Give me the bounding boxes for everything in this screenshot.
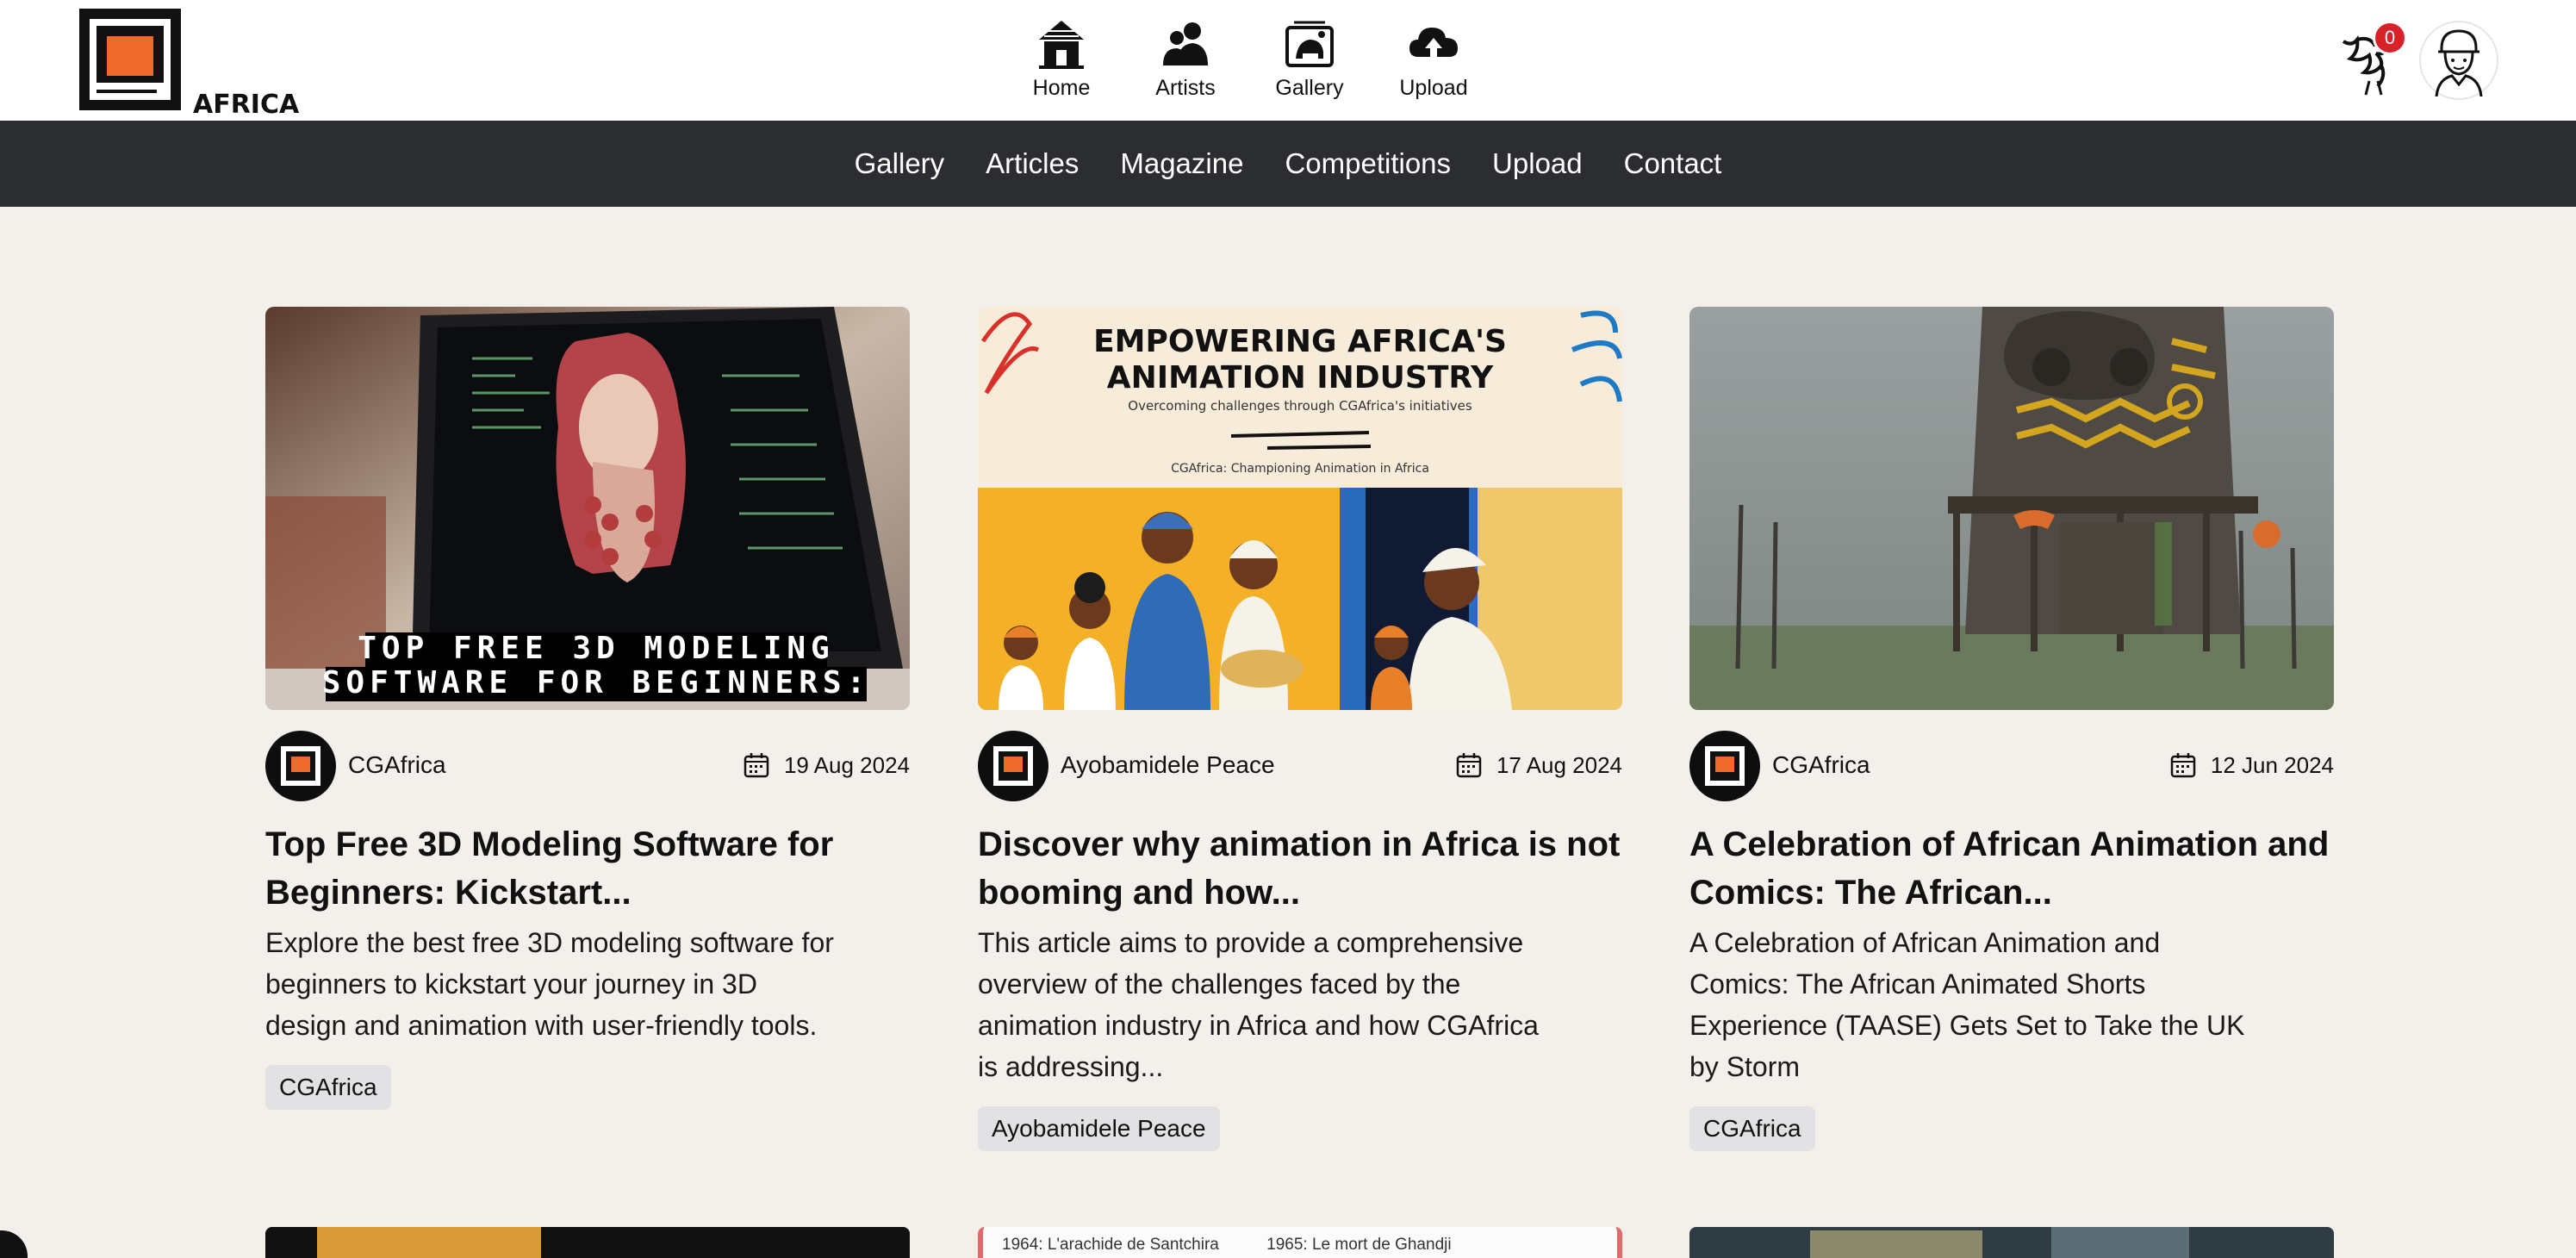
next-article-image bbox=[265, 1227, 910, 1258]
thumbnail-caption-line1: TOP FREE 3D MODELING bbox=[358, 631, 834, 666]
article-meta: CGAfrica 19 Aug 2024 bbox=[265, 731, 910, 801]
main-nav: Gallery Articles Magazine Competitions U… bbox=[0, 121, 2576, 207]
author-avatar[interactable] bbox=[978, 731, 1048, 801]
top-nav-artists-label: Artists bbox=[1155, 76, 1216, 100]
laptop-character-image: TOP FREE 3D MODELING SOFTWARE FOR BEGINN… bbox=[265, 307, 910, 710]
article-title[interactable]: A Celebration of African Animation and C… bbox=[1689, 820, 2334, 917]
cgafrica-logo[interactable]: AFRICA bbox=[78, 7, 302, 120]
article-card[interactable]: CGAfrica 12 Jun 2024 A Celebration of Af… bbox=[1689, 307, 2334, 1151]
calendar-icon bbox=[2170, 753, 2196, 778]
nav-gallery[interactable]: Gallery bbox=[855, 147, 945, 180]
article-date: 12 Jun 2024 bbox=[2169, 751, 2334, 779]
notifications-button[interactable]: 0 bbox=[2335, 21, 2407, 98]
hut-icon bbox=[1039, 21, 1084, 69]
article-tag[interactable]: CGAfrica bbox=[1689, 1106, 1815, 1151]
article-tag[interactable]: Ayobamidele Peace bbox=[978, 1106, 1220, 1151]
top-nav-upload[interactable]: Upload bbox=[1372, 17, 1496, 112]
next-article-text-1: 1964: L'arachide de Santchira bbox=[1002, 1236, 1219, 1254]
totem-tower-image bbox=[1689, 307, 2334, 710]
notification-count-badge: 0 bbox=[2373, 21, 2407, 55]
next-article-text-2: 1965: Le mort de Ghandji bbox=[1266, 1236, 1452, 1254]
calendar-icon bbox=[1456, 753, 1482, 778]
article-thumbnail[interactable]: EMPOWERING AFRICA'S ANIMATION INDUSTRY O… bbox=[978, 307, 1622, 710]
thumbnail-heading-line1: EMPOWERING AFRICA'S bbox=[1093, 324, 1507, 359]
top-nav-home[interactable]: Home bbox=[999, 17, 1123, 112]
top-nav-gallery[interactable]: Gallery bbox=[1248, 17, 1372, 112]
next-article-thumbnail[interactable] bbox=[1689, 1227, 2334, 1258]
article-description: This article aims to provide a comprehen… bbox=[978, 927, 1539, 1082]
author-avatar[interactable] bbox=[1689, 731, 1760, 801]
top-nav-artists[interactable]: Artists bbox=[1123, 17, 1248, 112]
article-thumbnail[interactable]: TOP FREE 3D MODELING SOFTWARE FOR BEGINN… bbox=[265, 307, 910, 710]
top-nav: Home Artists Gallery Upload bbox=[999, 17, 1496, 112]
article-title[interactable]: Top Free 3D Modeling Software for Beginn… bbox=[265, 820, 910, 917]
logo-text: AFRICA bbox=[193, 90, 300, 120]
artists-icon bbox=[1163, 22, 1208, 65]
article-tag[interactable]: CGAfrica bbox=[265, 1065, 391, 1110]
article-description: A Celebration of African Animation and C… bbox=[1689, 927, 2245, 1082]
top-header: AFRICA Home Artists Gallery Upload 0 bbox=[0, 0, 2576, 121]
article-date: 19 Aug 2024 bbox=[743, 751, 910, 779]
article-date-text: 12 Jun 2024 bbox=[2210, 751, 2334, 778]
user-avatar-button[interactable] bbox=[2419, 21, 2498, 100]
article-meta: CGAfrica 12 Jun 2024 bbox=[1689, 731, 2334, 801]
cgafrica-avatar-icon bbox=[1705, 746, 1745, 786]
thumbnail-heading-line2: ANIMATION INDUSTRY bbox=[1107, 360, 1494, 395]
top-nav-gallery-label: Gallery bbox=[1275, 76, 1344, 100]
author-name[interactable]: Ayobamidele Peace bbox=[1061, 751, 1275, 779]
article-card[interactable]: TOP FREE 3D MODELING SOFTWARE FOR BEGINN… bbox=[265, 307, 910, 1110]
next-article-image bbox=[1689, 1227, 2334, 1258]
nav-upload[interactable]: Upload bbox=[1492, 147, 1583, 180]
window-corner bbox=[0, 1230, 28, 1258]
author-name[interactable]: CGAfrica bbox=[348, 751, 446, 779]
animation-industry-image: EMPOWERING AFRICA'S ANIMATION INDUSTRY O… bbox=[978, 307, 1622, 710]
cgafrica-avatar-icon bbox=[281, 746, 320, 786]
thumbnail-caption-line2: SOFTWARE FOR BEGINNERS: bbox=[322, 665, 871, 701]
author-name[interactable]: CGAfrica bbox=[1772, 751, 1870, 779]
user-avatar-icon bbox=[2435, 29, 2483, 97]
next-article-thumbnail[interactable] bbox=[265, 1227, 910, 1258]
article-meta: Ayobamidele Peace 17 Aug 2024 bbox=[978, 731, 1622, 801]
article-date-text: 17 Aug 2024 bbox=[1496, 751, 1622, 778]
calendar-icon bbox=[744, 753, 769, 778]
next-article-thumbnail[interactable]: 1964: L'arachide de Santchira 1965: Le m… bbox=[978, 1227, 1622, 1258]
nav-articles[interactable]: Articles bbox=[986, 147, 1079, 180]
top-nav-upload-label: Upload bbox=[1399, 76, 1468, 100]
nav-competitions[interactable]: Competitions bbox=[1285, 147, 1451, 180]
thumbnail-footer: CGAfrica: Championing Animation in Afric… bbox=[1171, 462, 1429, 476]
article-card[interactable]: EMPOWERING AFRICA'S ANIMATION INDUSTRY O… bbox=[978, 307, 1622, 1151]
top-nav-home-label: Home bbox=[1032, 76, 1091, 100]
cgafrica-avatar-icon bbox=[993, 746, 1033, 786]
article-thumbnail[interactable] bbox=[1689, 307, 2334, 710]
nav-contact[interactable]: Contact bbox=[1624, 147, 1722, 180]
article-description: Explore the best free 3D modeling softwa… bbox=[265, 927, 834, 1041]
thumbnail-subheading: Overcoming challenges through CGAfrica's… bbox=[1128, 398, 1472, 414]
article-date-text: 19 Aug 2024 bbox=[783, 751, 910, 778]
article-date: 17 Aug 2024 bbox=[1455, 751, 1622, 779]
gallery-icon bbox=[1285, 21, 1334, 67]
upload-cloud-icon bbox=[1409, 28, 1458, 59]
nav-magazine[interactable]: Magazine bbox=[1120, 147, 1243, 180]
article-title[interactable]: Discover why animation in Africa is not … bbox=[978, 820, 1622, 917]
author-avatar[interactable] bbox=[265, 731, 336, 801]
next-article-preview-text: 1964: L'arachide de Santchira 1965: Le m… bbox=[983, 1227, 1617, 1255]
